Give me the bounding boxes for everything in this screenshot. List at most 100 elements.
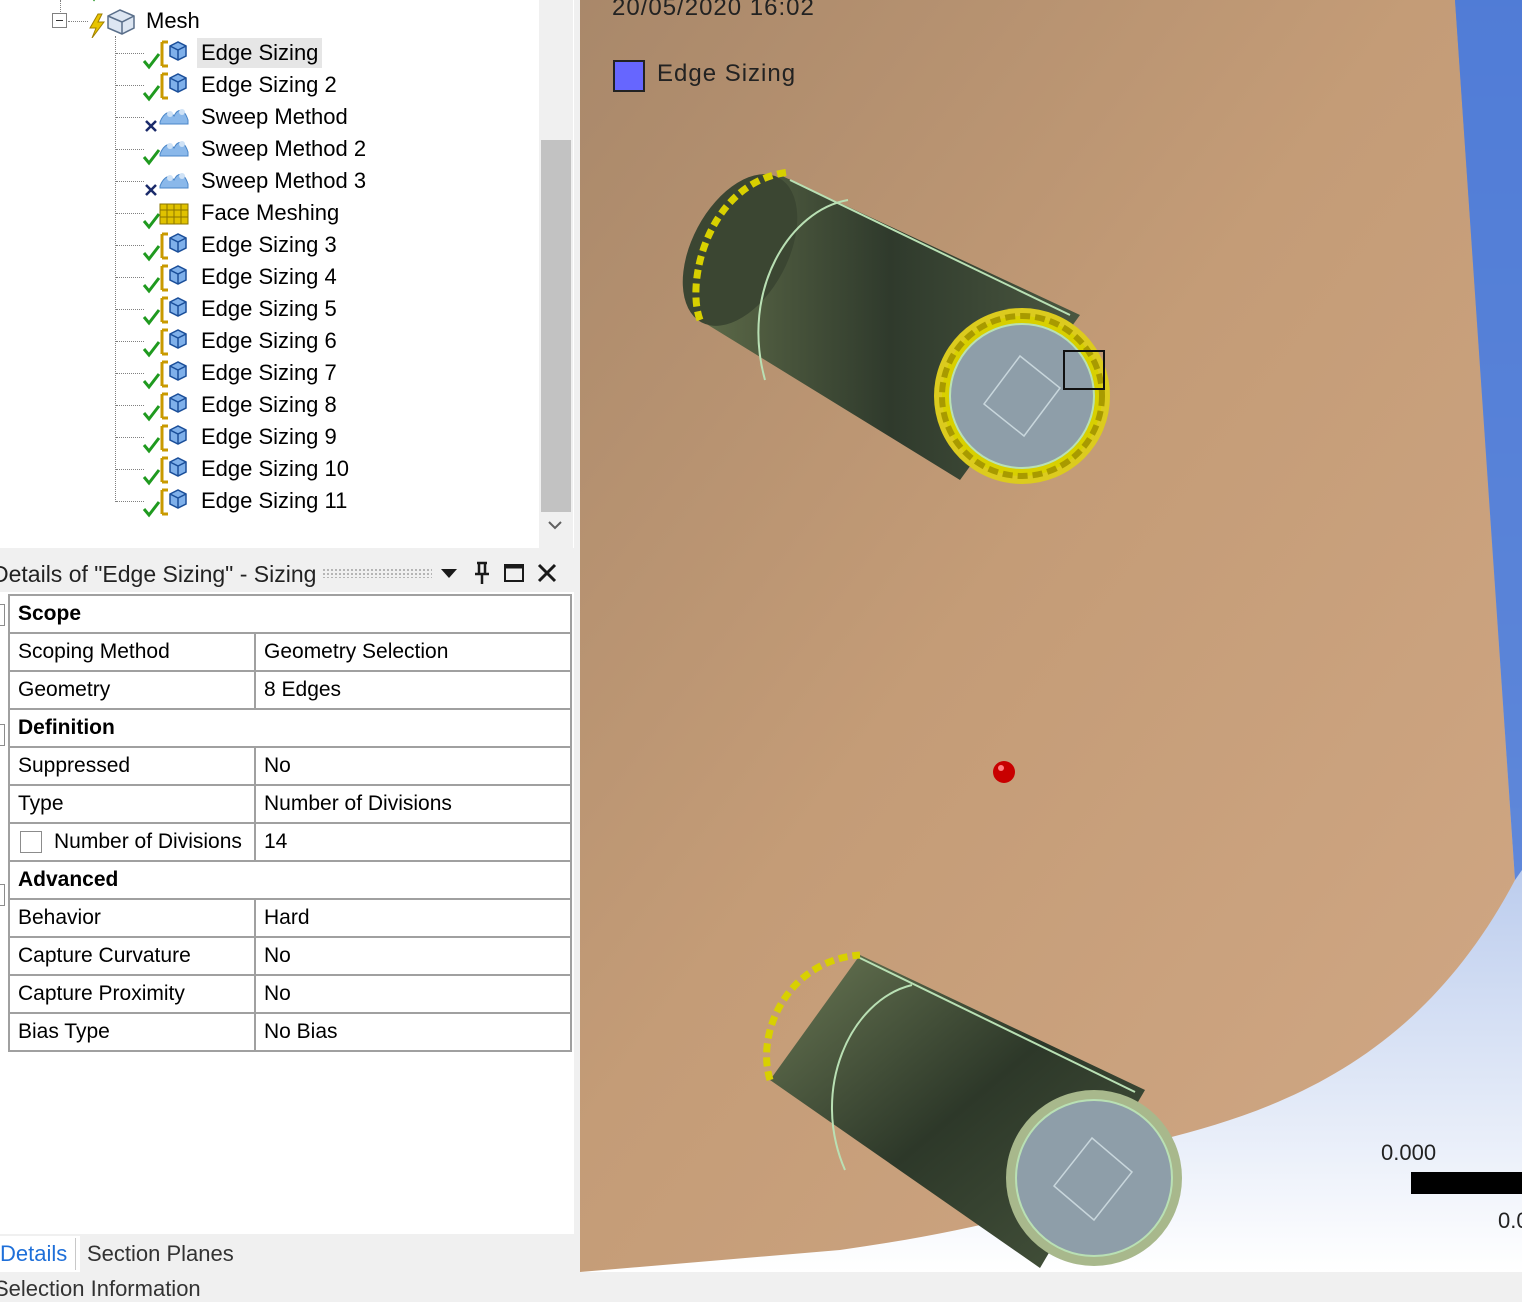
tree-connector bbox=[116, 469, 144, 470]
collapse-scope-icon[interactable] bbox=[0, 604, 5, 626]
tab-details[interactable]: Details bbox=[0, 1236, 80, 1272]
tree-item-label: Edge Sizing 2 bbox=[201, 72, 337, 97]
point-marker-highlight bbox=[998, 765, 1004, 771]
property-row[interactable]: Geometry 8 Edges bbox=[8, 670, 572, 710]
edge-sizing-icon bbox=[160, 328, 187, 356]
property-value[interactable]: Geometry Selection bbox=[254, 632, 572, 672]
property-label: Type bbox=[8, 784, 256, 824]
details-drag-grip[interactable] bbox=[322, 568, 432, 578]
tree-item-label: Face Meshing bbox=[201, 200, 340, 225]
tree-connector bbox=[60, 0, 61, 12]
property-label: Bias Type bbox=[8, 1012, 256, 1052]
maximize-icon[interactable] bbox=[501, 560, 527, 586]
model-view[interactable] bbox=[580, 0, 1522, 1272]
property-label: Scoping Method bbox=[8, 632, 256, 672]
legend-label: Edge Sizing bbox=[657, 60, 797, 87]
tree-item-label: Edge Sizing 7 bbox=[201, 360, 337, 385]
property-value[interactable]: 8 Edges bbox=[254, 670, 572, 710]
graphics-viewport[interactable] bbox=[580, 0, 1522, 1272]
face-meshing-icon bbox=[159, 203, 189, 225]
selection-information-header: Selection Information bbox=[0, 1276, 201, 1301]
section-advanced[interactable]: Advanced bbox=[8, 860, 572, 900]
scale-label-end: 0.0 bbox=[1498, 1208, 1522, 1233]
edge-sizing-icon bbox=[160, 40, 187, 68]
property-value[interactable]: No bbox=[254, 974, 572, 1014]
sweep-method-icon bbox=[159, 141, 189, 157]
property-value[interactable]: No Bias bbox=[254, 1012, 572, 1052]
scroll-down-icon[interactable] bbox=[548, 520, 562, 530]
property-value[interactable]: Hard bbox=[254, 898, 572, 938]
sweep-method-icon bbox=[159, 109, 189, 125]
sweep-method-icon bbox=[159, 173, 189, 189]
tree-item-label: Sweep Method 3 bbox=[201, 168, 367, 193]
tree-connector bbox=[116, 213, 144, 214]
tree-item-label: Edge Sizing bbox=[197, 38, 323, 68]
tree-item-label: Sweep Method bbox=[201, 104, 348, 129]
scale-label-start: 0.000 bbox=[1381, 1140, 1437, 1165]
property-label: Suppressed bbox=[8, 746, 256, 786]
property-value[interactable]: 14 bbox=[254, 822, 572, 862]
property-row[interactable]: Behavior Hard bbox=[8, 898, 572, 938]
edge-sizing-icon bbox=[160, 392, 187, 420]
section-label: Scope bbox=[8, 594, 572, 634]
tree-scrollbar-thumb[interactable] bbox=[541, 140, 571, 512]
tree-connector bbox=[115, 36, 116, 502]
edge-sizing-icon bbox=[160, 72, 187, 100]
property-label: Geometry bbox=[8, 670, 256, 710]
tree-connector bbox=[116, 53, 144, 54]
edge-sizing-icon bbox=[160, 264, 187, 292]
property-label: Behavior bbox=[8, 898, 256, 938]
tree-connector bbox=[116, 501, 144, 502]
point-marker[interactable] bbox=[993, 761, 1015, 783]
tree-item-label: Mesh bbox=[146, 8, 200, 33]
property-row[interactable]: Capture Curvature No bbox=[8, 936, 572, 976]
parameter-checkbox[interactable] bbox=[20, 831, 42, 854]
collapse-advanced-icon[interactable] bbox=[0, 884, 5, 906]
property-row[interactable]: Capture Proximity No bbox=[8, 974, 572, 1014]
tree-panel: Mesh Edge Sizing Edge Sizing 2 Sweep Metho… bbox=[0, 0, 574, 548]
section-label: Definition bbox=[8, 708, 572, 748]
tree-connector bbox=[116, 437, 144, 438]
chevron-down-icon[interactable] bbox=[436, 560, 462, 586]
tree-item-label: Edge Sizing 8 bbox=[201, 392, 337, 417]
scale-bar bbox=[1411, 1172, 1522, 1194]
edge-sizing-icon bbox=[160, 360, 187, 388]
property-row[interactable]: Type Number of Divisions bbox=[8, 784, 572, 824]
property-value[interactable]: Number of Divisions bbox=[254, 784, 572, 824]
section-label: Advanced bbox=[8, 860, 572, 900]
tree-connector bbox=[116, 245, 144, 246]
property-value[interactable]: No bbox=[254, 746, 572, 786]
tree-item-label: Edge Sizing 5 bbox=[201, 296, 337, 321]
legend-swatch bbox=[613, 60, 645, 92]
property-value[interactable]: No bbox=[254, 936, 572, 976]
tree-connector bbox=[116, 117, 144, 118]
property-row[interactable]: Suppressed No bbox=[8, 746, 572, 786]
mesh-collapse-toggle[interactable] bbox=[52, 13, 67, 28]
tree-connector bbox=[116, 373, 144, 374]
tab-separator bbox=[75, 1238, 76, 1270]
edge-sizing-icon bbox=[160, 296, 187, 324]
tree-connector bbox=[116, 181, 144, 182]
section-scope[interactable]: Scope bbox=[8, 594, 572, 634]
tree-item-label: Sweep Method 2 bbox=[201, 136, 367, 161]
viewport-bottom-strip bbox=[580, 1272, 1522, 1293]
section-definition[interactable]: Definition bbox=[8, 708, 572, 748]
property-row[interactable]: Number of Divisions 14 bbox=[8, 822, 572, 862]
edge-sizing-icon bbox=[160, 456, 187, 484]
tab-section-planes[interactable]: Section Planes bbox=[87, 1236, 234, 1272]
geometry-icon bbox=[92, 0, 96, 2]
property-row[interactable]: Bias Type No Bias bbox=[8, 1012, 572, 1052]
close-icon[interactable] bbox=[534, 560, 560, 586]
tree-item-label: Edge Sizing 10 bbox=[201, 456, 349, 481]
property-label: Capture Curvature bbox=[8, 936, 256, 976]
edge-sizing-icon bbox=[160, 488, 187, 516]
viewport-timestamp: 20/05/2020 16:02 bbox=[612, 0, 815, 21]
tree-item-label: Edge Sizing 6 bbox=[201, 328, 337, 353]
mesh-icon bbox=[89, 9, 135, 38]
collapse-definition-icon[interactable] bbox=[0, 724, 5, 746]
tree-item-label: Edge Sizing 4 bbox=[201, 264, 337, 289]
property-row[interactable]: Scoping Method Geometry Selection bbox=[8, 632, 572, 672]
tree-connector bbox=[116, 309, 144, 310]
pin-icon[interactable] bbox=[469, 560, 495, 586]
tree-connector bbox=[116, 405, 144, 406]
